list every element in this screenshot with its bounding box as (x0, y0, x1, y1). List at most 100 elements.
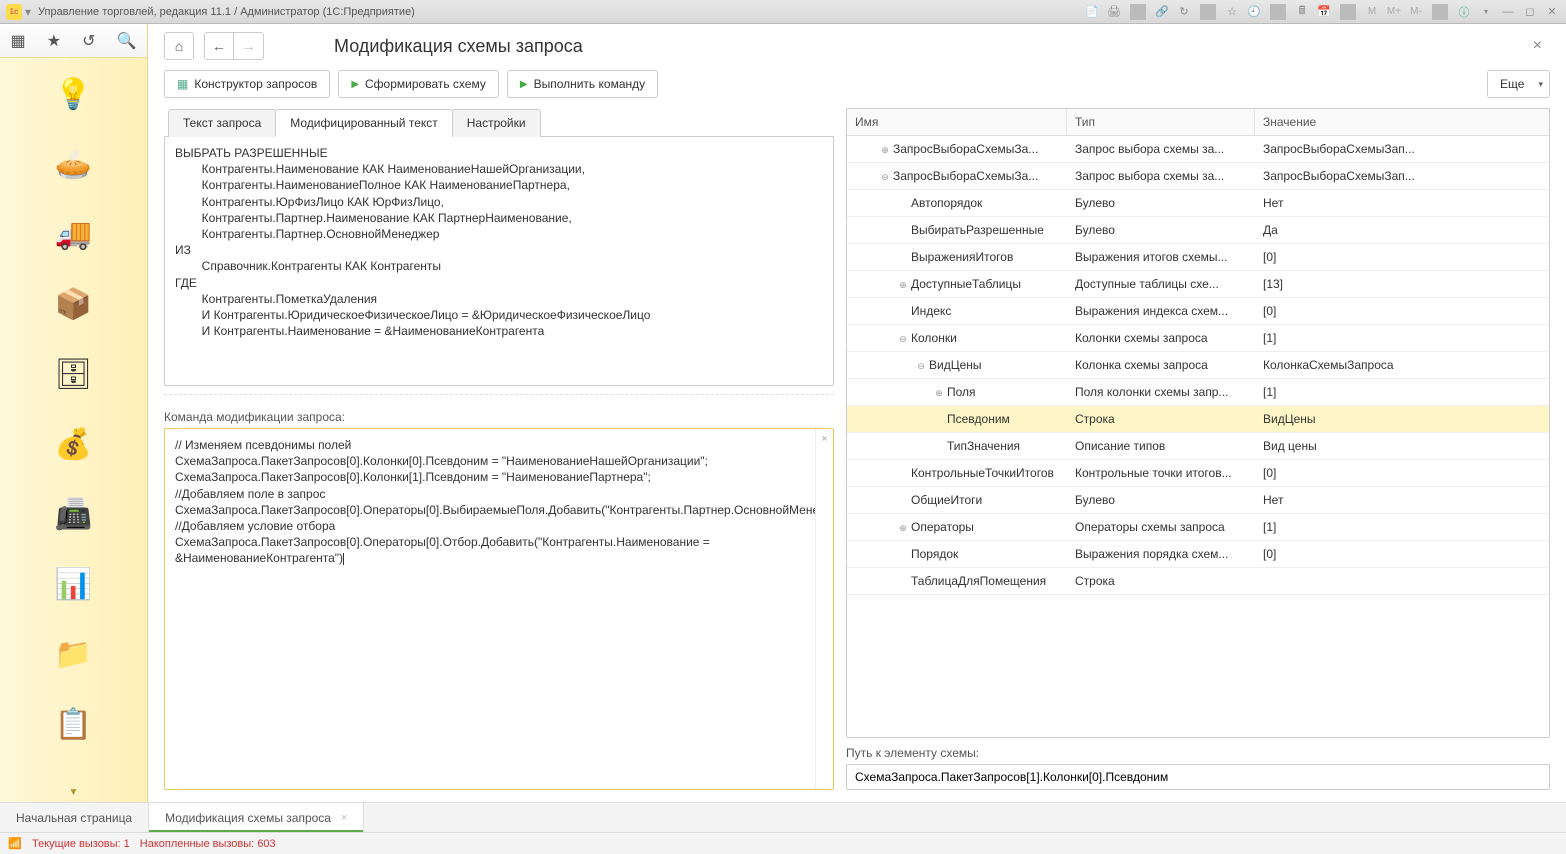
execute-command-button[interactable]: ▶ Выполнить команду (507, 70, 658, 98)
tab-modified-text[interactable]: Модифицированный текст (275, 109, 453, 137)
table-row[interactable]: ⊖ВидЦеныКолонка схемы запросаКолонкаСхем… (847, 352, 1549, 379)
tree-toggle-icon[interactable]: ⊖ (915, 361, 927, 372)
btn-label: Выполнить команду (534, 77, 646, 91)
table-header: Имя Тип Значение (847, 109, 1549, 136)
table-row[interactable]: ⊖ЗапросВыбораСхемыЗа...Запрос выбора схе… (847, 163, 1549, 190)
table-row[interactable]: ⊕ОператорыОператоры схемы запроса[1] (847, 514, 1549, 541)
calculator-icon[interactable]: 🖩 (1294, 4, 1310, 20)
query-constructor-button[interactable]: ▦ Конструктор запросов (164, 70, 330, 98)
constructor-icon: ▦ (177, 77, 188, 91)
search-icon[interactable]: 🔍 (117, 31, 137, 51)
info-icon[interactable]: ⓘ (1456, 4, 1472, 20)
scheme-tree-table[interactable]: Имя Тип Значение ⊕ЗапросВыбораСхемыЗа...… (846, 108, 1550, 738)
main-area: ⌂ ← → Модификация схемы запроса × ▦ Конс… (148, 24, 1566, 802)
col-name-header: Имя (847, 109, 1067, 135)
table-row[interactable]: ПсевдонимСтрокаВидЦены (847, 406, 1549, 433)
table-row[interactable]: ⊖КолонкиКолонки схемы запроса[1] (847, 325, 1549, 352)
m-minus-icon[interactable]: M- (1408, 4, 1424, 20)
btn-label: Сформировать схему (365, 77, 486, 91)
sidebar-item-desk[interactable]: 💡 (52, 72, 96, 116)
command-label: Команда модификации запроса: (164, 410, 834, 424)
col-value-header: Значение (1255, 109, 1549, 135)
window-title: Управление торговлей, редакция 11.1 / Ад… (34, 6, 1084, 18)
path-label: Путь к элементу схемы: (846, 746, 1550, 760)
tool-icon[interactable]: 🔗 (1154, 4, 1170, 20)
tool-icon[interactable]: 📄 (1084, 4, 1100, 20)
play-icon: ▶ (520, 79, 528, 90)
info-dd-icon[interactable]: ▾ (1478, 4, 1494, 20)
table-row[interactable]: ВыбиратьРазрешенныеБулевоДа (847, 217, 1549, 244)
sidebar-item-chart[interactable]: 🥧 (52, 142, 96, 186)
close-icon[interactable]: ✕ (1544, 4, 1560, 20)
maximize-icon[interactable]: ◻ (1522, 4, 1538, 20)
history-icon[interactable]: 🕘 (1246, 4, 1262, 20)
calendar-icon[interactable]: 📅 (1316, 4, 1332, 20)
more-button[interactable]: Еще (1487, 70, 1550, 98)
sidebar-scroll-down-icon[interactable]: ▼ (0, 783, 147, 802)
sidebar-item-folders[interactable]: 📁 (52, 632, 96, 676)
build-scheme-button[interactable]: ▶ Сформировать схему (338, 70, 499, 98)
tool-icon[interactable]: 🖨 (1106, 4, 1122, 20)
bottom-tab-home[interactable]: Начальная страница (0, 803, 149, 832)
tool-icon[interactable]: ↻ (1176, 4, 1192, 20)
clear-command-button[interactable]: × (815, 429, 833, 789)
table-row[interactable]: ⊕ЗапросВыбораСхемыЗа...Запрос выбора схе… (847, 136, 1549, 163)
table-row[interactable]: ИндексВыражения индекса схем...[0] (847, 298, 1549, 325)
table-row[interactable]: ОбщиеИтогиБулевоНет (847, 487, 1549, 514)
table-row[interactable]: КонтрольныеТочкиИтоговКонтрольные точки … (847, 460, 1549, 487)
tree-toggle-icon[interactable]: ⊖ (879, 172, 891, 183)
favorite-icon[interactable]: ☆ (1224, 4, 1240, 20)
status-accumulated-calls: Накопленные вызовы: 603 (140, 838, 276, 850)
tab-settings[interactable]: Настройки (452, 109, 541, 137)
tree-toggle-icon[interactable]: ⊖ (897, 334, 909, 345)
status-current-calls: Текущие вызовы: 1 (32, 838, 130, 850)
btn-label: Еще (1500, 77, 1524, 91)
m-icon[interactable]: M (1364, 4, 1380, 20)
titlebar-tools: 📄 🖨 🔗 ↻ ☆ 🕘 🖩 📅 M M+ M- ⓘ ▾ — ◻ ✕ (1084, 4, 1560, 20)
path-input[interactable] (846, 764, 1550, 790)
app-logo-icon: 1c (6, 4, 22, 20)
sidebar-item-delivery[interactable]: 🚚 (52, 212, 96, 256)
app-menu-dropdown[interactable]: ▾ (22, 5, 34, 19)
sidebar-item-shelf[interactable]: 🗄 (52, 352, 96, 396)
tree-toggle-icon[interactable]: ⊕ (897, 280, 909, 291)
tree-toggle-icon[interactable]: ⊕ (879, 145, 891, 156)
sidebar-item-report[interactable]: 📊 (52, 562, 96, 606)
btn-label: Конструктор запросов (194, 77, 317, 91)
bottom-tab-modification[interactable]: Модификация схемы запроса × (149, 803, 364, 832)
query-text-area[interactable]: ВЫБРАТЬ РАЗРЕШЕННЫЕ Контрагенты.Наименов… (164, 136, 834, 386)
table-row[interactable]: АвтопорядокБулевоНет (847, 190, 1549, 217)
minimize-icon[interactable]: — (1500, 4, 1516, 20)
home-button[interactable]: ⌂ (164, 32, 194, 60)
command-text-area[interactable]: // Изменяем псевдонимы полей СхемаЗапрос… (165, 429, 815, 789)
bottom-tabs: Начальная страница Модификация схемы зап… (0, 802, 1566, 832)
apps-icon[interactable]: ▦ (11, 31, 26, 51)
sidebar-item-clipboard[interactable]: 📋 (52, 702, 96, 746)
tab-query-text[interactable]: Текст запроса (168, 109, 276, 137)
page-title: Модификация схемы запроса (334, 36, 583, 57)
table-row[interactable]: ВыраженияИтоговВыражения итогов схемы...… (847, 244, 1549, 271)
sidebar-item-scanner[interactable]: 📠 (52, 492, 96, 536)
close-tab-icon[interactable]: × (341, 812, 347, 824)
sidebar-item-boxes[interactable]: 📦 (52, 282, 96, 326)
m-plus-icon[interactable]: M+ (1386, 4, 1402, 20)
star-icon[interactable]: ★ (47, 31, 61, 51)
tab-label: Начальная страница (16, 811, 132, 825)
table-row[interactable]: ТаблицаДляПомещенияСтрока (847, 568, 1549, 595)
play-icon: ▶ (351, 79, 359, 90)
tree-toggle-icon[interactable]: ⊕ (933, 388, 945, 399)
sidebar-item-money[interactable]: 💰 (52, 422, 96, 466)
table-row[interactable]: ТипЗначенияОписание типовВид цены (847, 433, 1549, 460)
back-button[interactable]: ← (204, 32, 234, 60)
close-page-button[interactable]: × (1525, 33, 1550, 59)
table-row[interactable]: ПорядокВыражения порядка схем...[0] (847, 541, 1549, 568)
tab-label: Модификация схемы запроса (165, 811, 331, 825)
recent-icon[interactable]: ↺ (82, 31, 95, 51)
left-sidebar: ▦ ★ ↺ 🔍 💡 🥧 🚚 📦 🗄 💰 📠 📊 📁 📋 ▼ (0, 24, 148, 802)
window-titlebar: 1c ▾ Управление торговлей, редакция 11.1… (0, 0, 1566, 24)
table-row[interactable]: ⊕ДоступныеТаблицыДоступные таблицы схе..… (847, 271, 1549, 298)
status-icon: 📶 (8, 837, 22, 851)
tree-toggle-icon[interactable]: ⊕ (897, 523, 909, 534)
forward-button[interactable]: → (234, 32, 264, 60)
table-row[interactable]: ⊕ПоляПоля колонки схемы запр...[1] (847, 379, 1549, 406)
